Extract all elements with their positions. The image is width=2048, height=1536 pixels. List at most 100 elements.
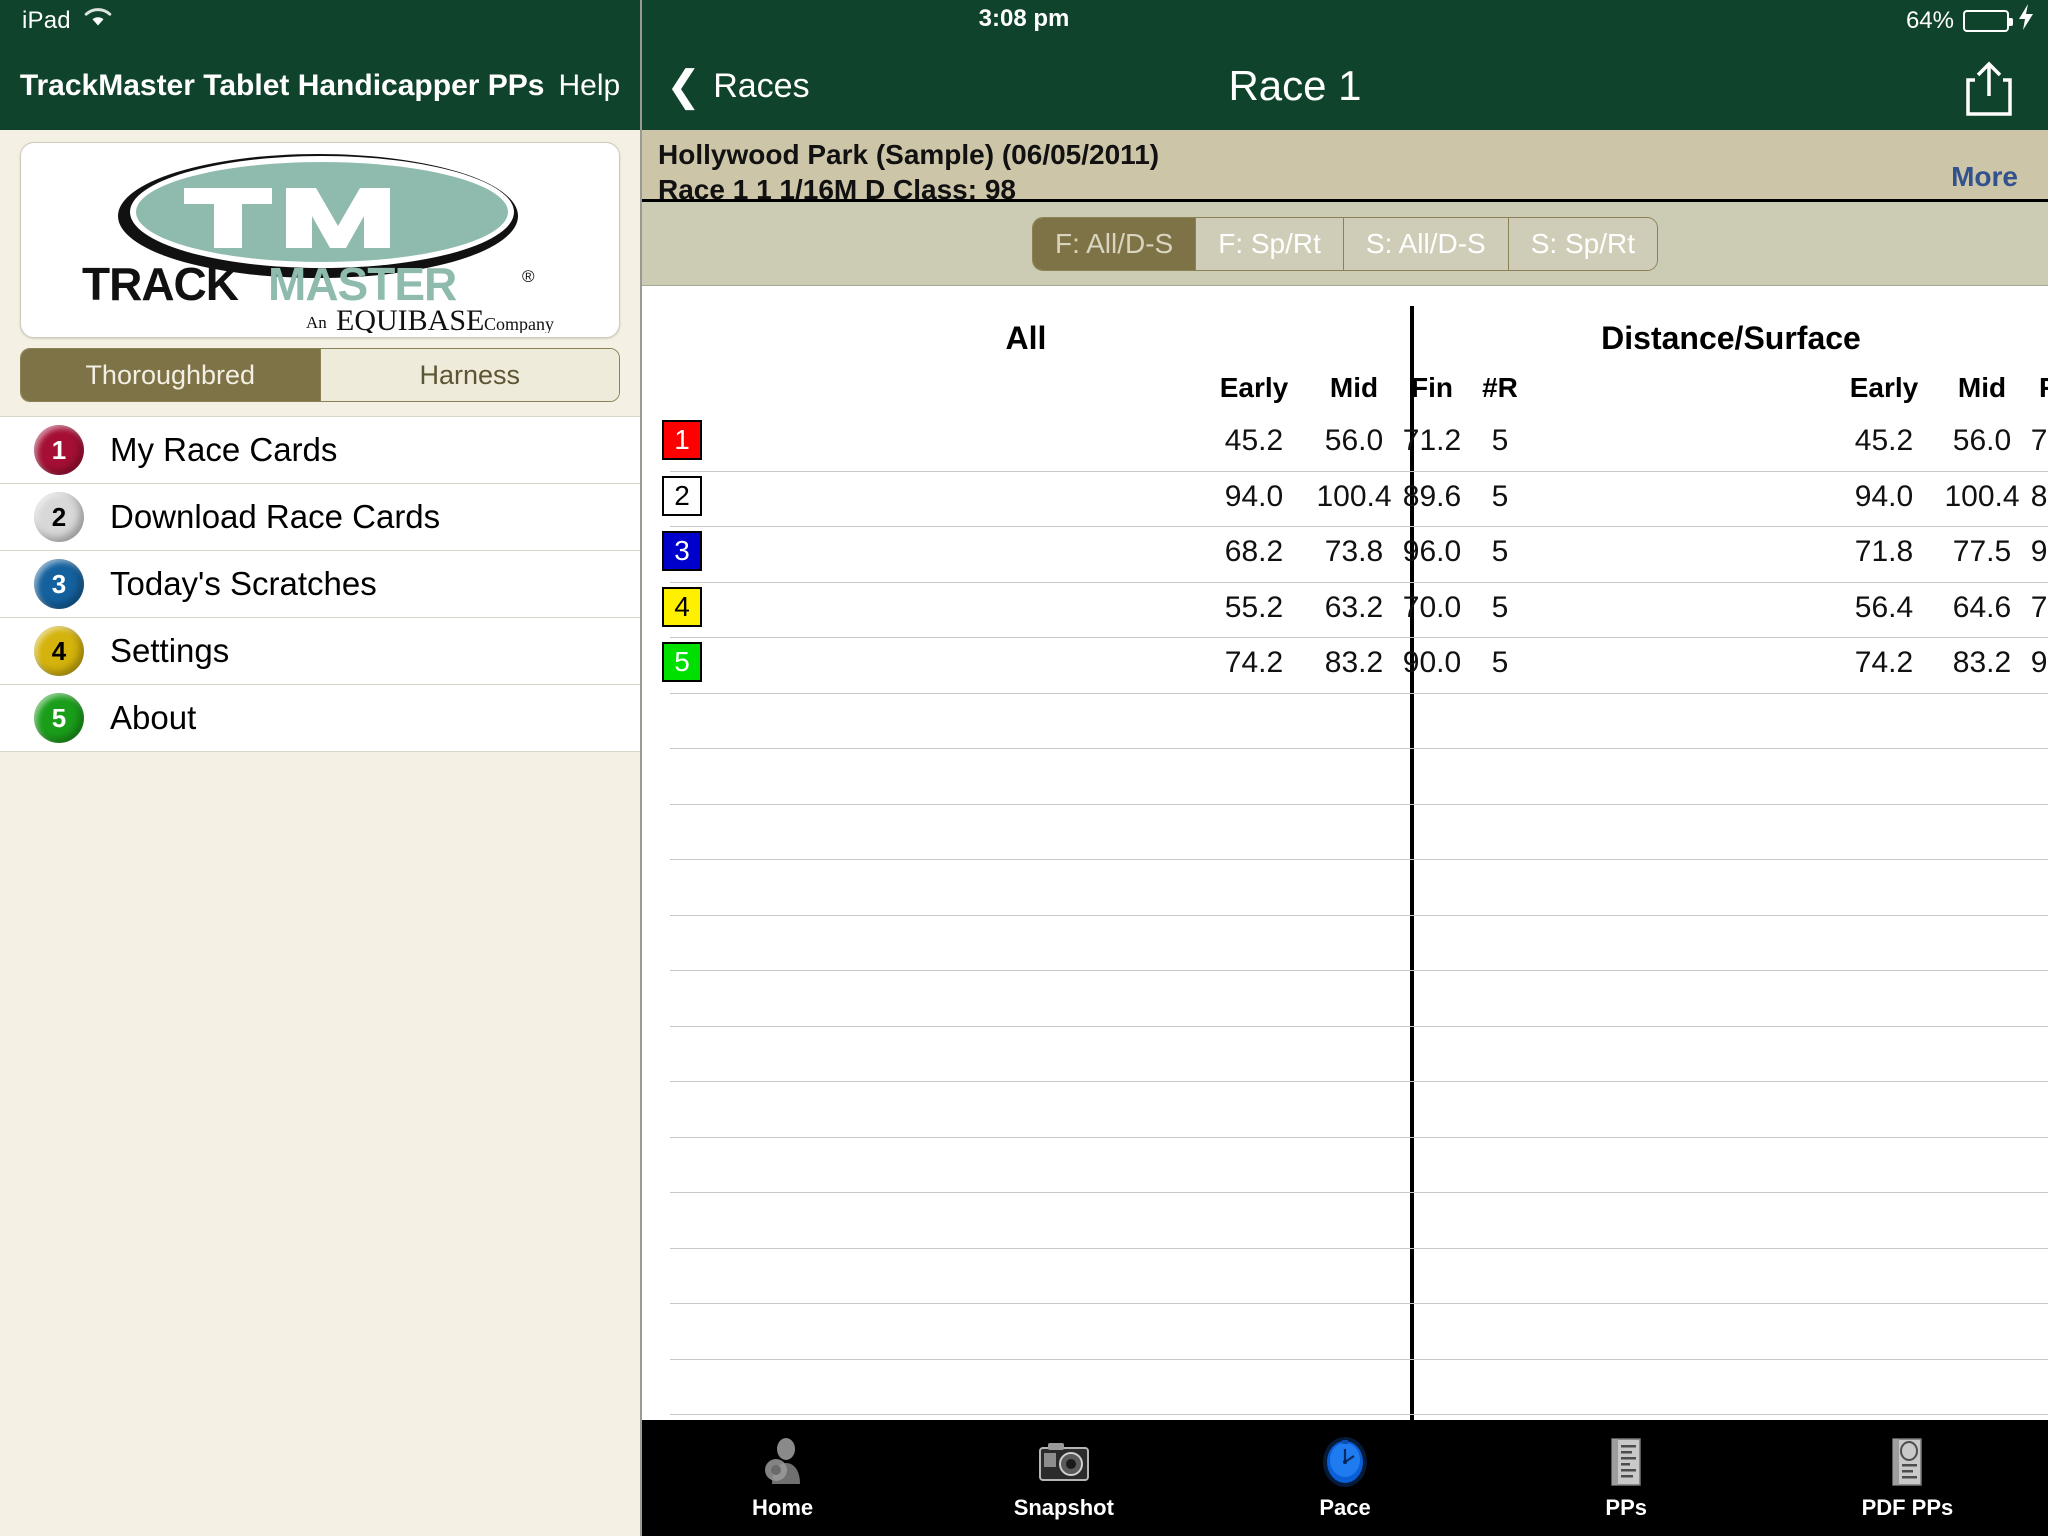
cell-all-#R: 5 bbox=[1491, 479, 1509, 513]
table-header: All Distance/Surface Early Mid Fin #R Early M… bbox=[642, 306, 2048, 416]
cell-ds-Early: 74.2 bbox=[1854, 646, 1914, 679]
badge-3: 3 bbox=[34, 559, 84, 609]
sidebar-item-todays-scratches[interactable]: 3 Today's Scratches bbox=[0, 551, 640, 618]
sidebar-item-label: Today's Scratches bbox=[110, 565, 377, 602]
table-rows: 145.256.071.2545.256.071.25294.0100.489.… bbox=[642, 416, 2048, 1526]
table-row-empty bbox=[642, 1249, 2048, 1304]
wifi-icon bbox=[83, 7, 113, 36]
document-icon bbox=[1599, 1435, 1653, 1489]
saddle-cloth-number: 1 bbox=[662, 420, 702, 460]
svg-text:Company: Company bbox=[484, 314, 554, 333]
cell-all-#R: 5 bbox=[1491, 535, 1509, 568]
sidebar-item-my-race-cards[interactable]: 1 My Race Cards bbox=[0, 417, 640, 484]
group-title-distance-surface: Distance/Surface bbox=[1601, 320, 1861, 356]
table-row-empty bbox=[642, 971, 2048, 1027]
table-row[interactable]: 368.273.896.0571.877.595.84 bbox=[642, 527, 2048, 583]
share-icon bbox=[1962, 61, 2016, 122]
battery-icon bbox=[1963, 9, 2013, 32]
cell-ds-Fin: 95.8 bbox=[2030, 535, 2048, 568]
sidebar-item-label: Settings bbox=[110, 632, 230, 669]
cell-ds-Early: 94.0 bbox=[1854, 479, 1914, 513]
table-row[interactable]: 455.263.270.0556.464.671.25 bbox=[642, 583, 2048, 638]
cell-all-Early: 45.2 bbox=[1224, 424, 1284, 457]
breed-option-harness[interactable]: Harness bbox=[320, 349, 619, 401]
pdf-document-icon bbox=[1880, 1435, 1934, 1489]
cell-all-Early: 55.2 bbox=[1224, 590, 1284, 624]
breed-toggle[interactable]: Thoroughbred Harness bbox=[20, 348, 620, 402]
column-header-ds-early: Early bbox=[1849, 372, 1919, 403]
tab-label: PDF PPs bbox=[1861, 1495, 1954, 1520]
column-header-ds-fin: Fin bbox=[2039, 372, 2048, 403]
race-info-bar: Hollywood Park (Sample) (06/05/2011) Rac… bbox=[642, 130, 2048, 205]
device-label: iPad bbox=[22, 7, 71, 34]
group-title-all: All bbox=[1005, 320, 1047, 356]
sidebar-body: TRACK MASTER ® An EQUIBASE Company Thoro… bbox=[0, 130, 640, 1536]
tab-home[interactable]: Home bbox=[642, 1420, 923, 1536]
charging-bolt-icon bbox=[2018, 4, 2034, 37]
svg-text:MASTER: MASTER bbox=[268, 258, 457, 310]
table-row-empty bbox=[642, 860, 2048, 916]
table-row[interactable]: 574.283.290.0574.283.290.05 bbox=[642, 638, 2048, 694]
tab-pps[interactable]: PPs bbox=[1486, 1420, 1767, 1536]
race-track-line: Hollywood Park (Sample) (06/05/2011) bbox=[658, 139, 1160, 170]
ipad-screen: iPad TrackMaster Tablet Handicapper PPs … bbox=[0, 0, 2048, 1536]
column-header-all-numr: #R bbox=[1482, 372, 1518, 403]
saddle-cloth-number: 4 bbox=[662, 586, 702, 627]
stopwatch-icon bbox=[1318, 1435, 1372, 1489]
table-row-empty bbox=[642, 805, 2048, 860]
camera-icon bbox=[1037, 1435, 1091, 1489]
badge-5: 5 bbox=[34, 693, 84, 743]
sidebar-empty-area bbox=[0, 752, 640, 1272]
pace-table: All Distance/Surface Early Mid Fin #R Early M… bbox=[642, 306, 2048, 1526]
table-row[interactable]: 294.0100.489.6594.0100.489.65 bbox=[642, 472, 2048, 527]
table-row-empty bbox=[642, 749, 2048, 805]
saddle-cloth-number: 2 bbox=[662, 475, 702, 516]
sidebar-item-settings[interactable]: 4 Settings bbox=[0, 618, 640, 685]
sidebar-menu: 1 My Race Cards 2 Download Race Cards 3 … bbox=[0, 416, 640, 752]
more-link[interactable]: More bbox=[1951, 161, 2018, 193]
tab-snapshot[interactable]: Snapshot bbox=[923, 1420, 1204, 1536]
filter-segment-f-sp-rt[interactable]: F: Sp/Rt bbox=[1196, 217, 1343, 270]
badge-4: 4 bbox=[34, 626, 84, 676]
cell-ds-Fin: 71.2 bbox=[2030, 590, 2048, 624]
filter-segment-s-sp-rt[interactable]: S: Sp/Rt bbox=[1508, 217, 1657, 270]
table-row-empty bbox=[642, 1360, 2048, 1415]
cell-all-Early: 94.0 bbox=[1224, 479, 1284, 513]
table-row-empty bbox=[642, 1027, 2048, 1082]
svg-text:EQUIBASE: EQUIBASE bbox=[336, 304, 484, 333]
page-title: Race 1 bbox=[1228, 62, 1362, 109]
filter-segment-f-all-ds[interactable]: F: All/D-S bbox=[1032, 217, 1196, 270]
saddle-cloth-number: 5 bbox=[662, 642, 702, 682]
cell-all-#R: 5 bbox=[1491, 590, 1509, 624]
main-pane: 3:08 pm 64% ❮ Races Race 1 Hollywood Par… bbox=[642, 0, 2048, 1536]
badge-2: 2 bbox=[34, 492, 84, 542]
sidebar-item-about[interactable]: 5 About bbox=[0, 685, 640, 752]
tab-pdf-pps[interactable]: PDF PPs bbox=[1767, 1420, 2048, 1536]
table-row-empty bbox=[642, 1138, 2048, 1193]
cell-ds-Early: 45.2 bbox=[1854, 424, 1914, 457]
tab-bar: Home Snapshot Pace PPs PDF PPs bbox=[642, 1420, 2048, 1536]
sidebar: iPad TrackMaster Tablet Handicapper PPs … bbox=[0, 0, 642, 1536]
cell-all-#R: 5 bbox=[1491, 424, 1509, 457]
breed-option-thoroughbred[interactable]: Thoroughbred bbox=[21, 349, 320, 401]
filter-segment-s-all-ds[interactable]: S: All/D-S bbox=[1343, 217, 1508, 270]
tab-pace[interactable]: Pace bbox=[1204, 1420, 1485, 1536]
table-row-empty bbox=[642, 1304, 2048, 1360]
trackmaster-logo: TRACK MASTER ® An EQUIBASE Company bbox=[20, 142, 620, 338]
app-title: TrackMaster Tablet Handicapper PPs bbox=[19, 69, 545, 102]
sidebar-title-bar: TrackMaster Tablet Handicapper PPs Help bbox=[0, 42, 640, 130]
table-row-empty bbox=[642, 1193, 2048, 1249]
share-button[interactable] bbox=[1962, 60, 2016, 123]
table-row[interactable]: 145.256.071.2545.256.071.25 bbox=[642, 416, 2048, 472]
cell-all-#R: 5 bbox=[1491, 646, 1509, 679]
filter-segmented-control[interactable]: F: All/D-S F: Sp/Rt S: All/D-S S: Sp/Rt bbox=[1031, 216, 1658, 271]
cell-ds-Early: 71.8 bbox=[1854, 535, 1914, 568]
badge-1: 1 bbox=[34, 425, 84, 475]
sidebar-item-download-race-cards[interactable]: 2 Download Race Cards bbox=[0, 484, 640, 551]
navigation-bar: ❮ Races Race 1 bbox=[642, 42, 2048, 130]
battery-indicator: 64% bbox=[1906, 4, 2034, 37]
main-status-bar: 3:08 pm 64% bbox=[642, 0, 2048, 42]
cell-ds-Fin: 89.6 bbox=[2030, 479, 2048, 513]
race-detail-line: Race 1 1 1/16M D Class: 98 bbox=[658, 173, 1016, 205]
person-icon bbox=[756, 1435, 810, 1489]
